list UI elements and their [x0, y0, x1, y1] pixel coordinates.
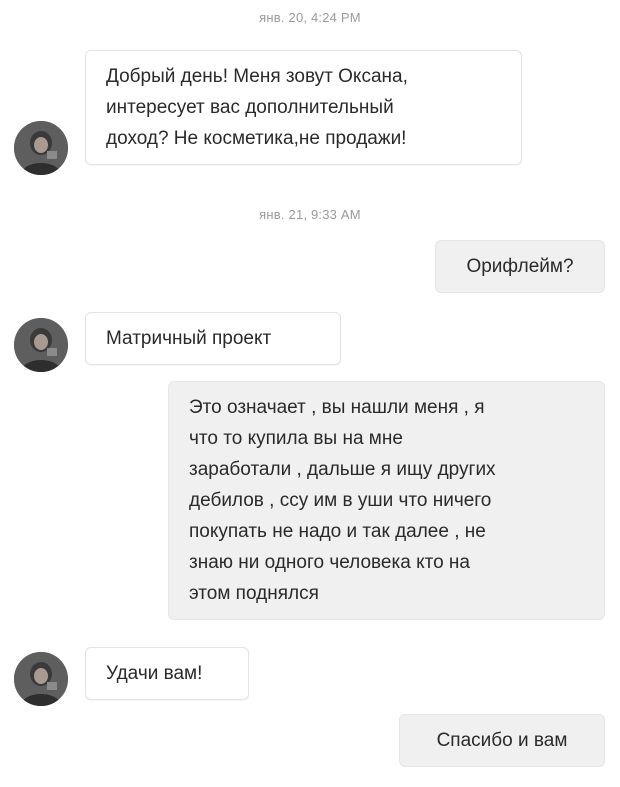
message-line: что то купила вы на мне: [189, 428, 403, 449]
message-line: дебилов , ссу им в уши что ничего: [189, 490, 492, 511]
message-line: знаю ни одного человека кто на: [189, 552, 470, 573]
message-line: доход? Не косметика,не продажи!: [106, 128, 407, 149]
message-line: Орифлейм?: [466, 256, 574, 277]
outgoing-message-bubble[interactable]: Орифлейм?: [435, 240, 605, 293]
message-line: покупать не надо и так далее , не: [189, 521, 486, 542]
message-line: интересует вас дополнительный: [106, 97, 394, 118]
message-line: этом поднялся: [189, 583, 319, 604]
message-timestamp: янв. 20, 4:24 PM: [259, 10, 361, 25]
message-line: Матричный проект: [106, 328, 272, 349]
outgoing-message-bubble[interactable]: Это означает , вы нашли меня , я что то …: [168, 381, 605, 620]
incoming-message-bubble[interactable]: Матричный проект: [85, 312, 341, 365]
message-line: Удачи вам!: [106, 663, 203, 684]
incoming-message-bubble[interactable]: Удачи вам!: [85, 647, 249, 700]
outgoing-message-bubble[interactable]: Спасибо и вам: [399, 714, 605, 767]
message-timestamp: янв. 21, 9:33 AM: [259, 207, 361, 222]
incoming-message-bubble[interactable]: Добрый день! Меня зовут Оксана, интересу…: [85, 50, 522, 165]
message-line: Спасибо и вам: [436, 730, 568, 751]
message-line: Добрый день! Меня зовут Оксана,: [106, 66, 408, 87]
message-line: Это означает , вы нашли меня , я: [189, 397, 485, 418]
message-line: заработали , дальше я ищу других: [189, 459, 496, 480]
contact-avatar-icon[interactable]: [14, 121, 68, 175]
chat-conversation: янв. 20, 4:24 PM Добрый день! Меня зовут…: [0, 0, 620, 787]
contact-avatar-icon[interactable]: [14, 318, 68, 372]
contact-avatar-icon[interactable]: [14, 652, 68, 706]
